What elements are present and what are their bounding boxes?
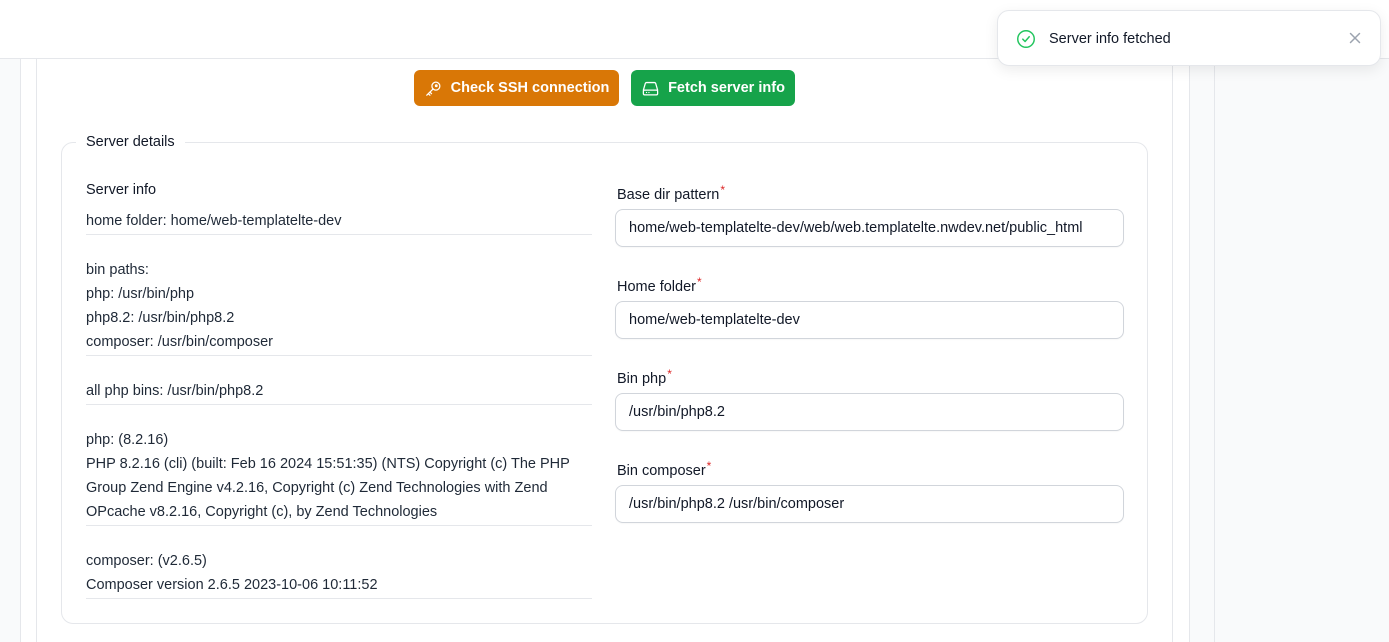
- server-details-legend: Server details: [76, 132, 185, 152]
- toast-notification: Server info fetched: [997, 10, 1381, 66]
- server-icon: [642, 81, 659, 95]
- key-icon: [425, 81, 441, 96]
- info-bin-paths-title: bin paths:: [86, 262, 149, 278]
- required-mark: *: [706, 459, 712, 473]
- info-php-details: PHP 8.2.16 (cli) (built: Feb 16 2024 15:…: [86, 456, 570, 520]
- base-dir-label-text: Base dir pattern: [617, 187, 720, 203]
- home-folder-label-text: Home folder: [617, 279, 696, 295]
- info-composer-details: Composer version 2.6.5 2023-10-06 10:11:…: [86, 577, 378, 593]
- info-bin-path-php82: php8.2: /usr/bin/php8.2: [86, 310, 235, 326]
- info-all-php-bins: all php bins: /usr/bin/php8.2: [86, 379, 592, 405]
- info-bin-paths: bin paths: php: /usr/bin/php php8.2: /us…: [86, 258, 592, 356]
- info-php: php: (8.2.16) PHP 8.2.16 (cli) (built: F…: [86, 428, 592, 526]
- info-home-folder-text: home folder: home/web-templatelte-dev: [86, 213, 342, 229]
- info-all-php-bins-text: all php bins: /usr/bin/php8.2: [86, 383, 264, 399]
- check-circle-icon: [1017, 30, 1035, 48]
- toast-message: Server info fetched: [1049, 31, 1171, 47]
- info-bin-path-composer: composer: /usr/bin/composer: [86, 334, 273, 350]
- check-ssh-label: Check SSH connection: [450, 80, 610, 96]
- check-ssh-button[interactable]: Check SSH connection: [414, 70, 619, 106]
- server-info-title: Server info: [86, 182, 157, 198]
- required-mark: *: [696, 275, 702, 289]
- base-dir-label: Base dir pattern*: [617, 180, 725, 205]
- bin-composer-input[interactable]: [615, 485, 1124, 523]
- required-mark: *: [667, 367, 672, 381]
- info-home-folder: home folder: home/web-templatelte-dev: [86, 209, 592, 235]
- bin-composer-label-text: Bin composer: [617, 463, 706, 479]
- required-mark: *: [720, 183, 726, 197]
- bin-php-input[interactable]: [615, 393, 1124, 431]
- info-php-version: php: (8.2.16): [86, 432, 169, 448]
- home-folder-input[interactable]: [615, 301, 1124, 339]
- info-composer: composer: (v2.6.5) Composer version 2.6.…: [86, 549, 592, 599]
- home-folder-label: Home folder*: [617, 272, 702, 297]
- bin-php-label-text: Bin php: [617, 371, 667, 387]
- fetch-server-info-button[interactable]: Fetch server info: [631, 70, 795, 106]
- close-icon[interactable]: [1347, 30, 1363, 46]
- base-dir-input[interactable]: [615, 209, 1124, 247]
- info-composer-version: composer: (v2.6.5): [86, 553, 207, 569]
- fetch-server-info-label: Fetch server info: [668, 80, 785, 96]
- bin-composer-label: Bin composer*: [617, 456, 711, 481]
- info-bin-path-php: php: /usr/bin/php: [86, 286, 195, 302]
- bin-php-label: Bin php*: [617, 364, 672, 389]
- right-sidebar: [1214, 59, 1389, 642]
